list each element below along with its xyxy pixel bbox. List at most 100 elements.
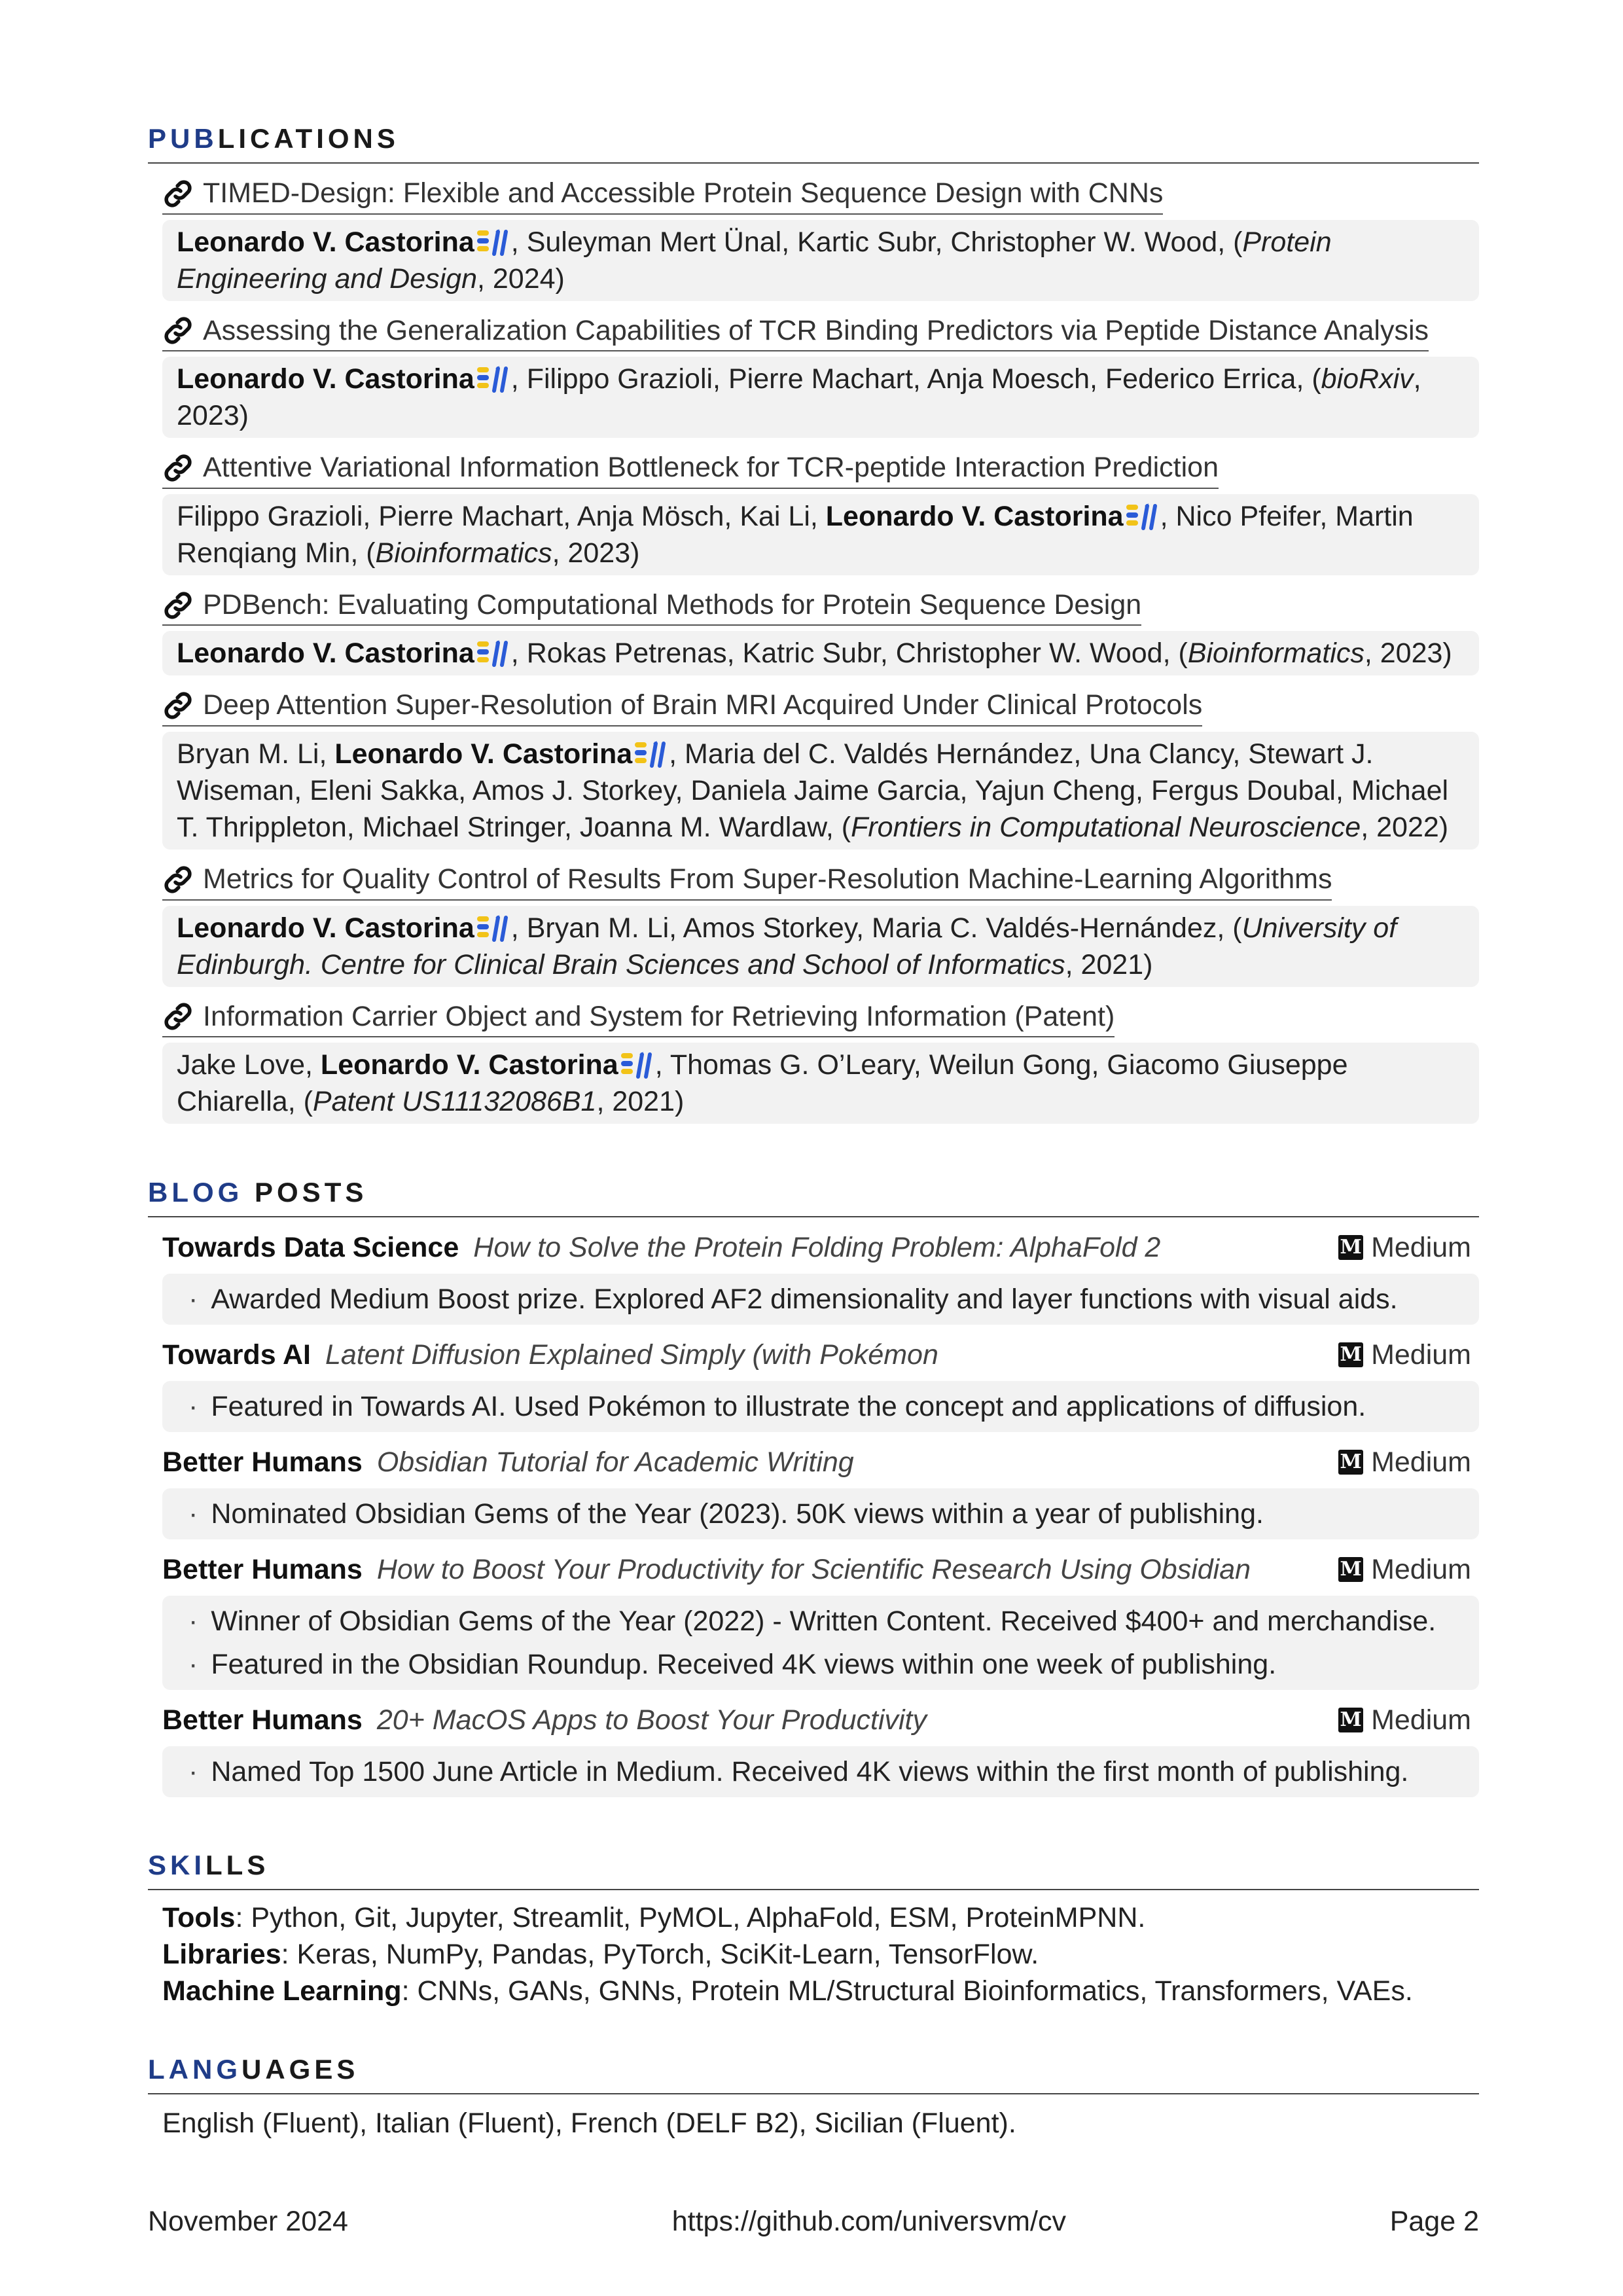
bullet-dot: ·: [188, 1756, 198, 1787]
heading-accent: SKI: [148, 1850, 206, 1880]
blog-heading: BLOG POSTS: [148, 1177, 1479, 1217]
blog-item-heading: Towards AI Latent Diffusion Explained Sim…: [162, 1336, 938, 1373]
link-icon: [164, 317, 192, 345]
publications-section: PUBLICATIONS TIMED-Design: Flexible and …: [148, 123, 1479, 1124]
blog-post-title[interactable]: Obsidian Tutorial for Academic Writing: [377, 1446, 854, 1478]
bullet-dot: ·: [188, 1498, 198, 1530]
blog-item-header: Towards Data Science How to Solve the Pro…: [162, 1229, 1479, 1266]
publication-title-link[interactable]: TIMED-Design: Flexible and Accessible Pr…: [162, 177, 1164, 215]
publication-title[interactable]: PDBench: Evaluating Computational Method…: [203, 588, 1141, 622]
medium-link[interactable]: M Medium: [1338, 1336, 1471, 1373]
publication-title-link[interactable]: Deep Attention Super-Resolution of Brain…: [162, 689, 1203, 726]
publication-title-link[interactable]: PDBench: Evaluating Computational Method…: [162, 588, 1142, 626]
medium-link[interactable]: M Medium: [1338, 1444, 1471, 1480]
blog-item: Better Humans How to Boost Your Productiv…: [162, 1551, 1479, 1690]
publication-list: TIMED-Design: Flexible and Accessible Pr…: [148, 164, 1479, 1124]
bullet-item: · Named Top 1500 June Article in Medium. …: [177, 1750, 1465, 1793]
blog-post-title[interactable]: How to Boost Your Productivity for Scien…: [377, 1554, 1251, 1585]
skill-value: : Python, Git, Jupyter, Streamlit, PyMOL…: [235, 1902, 1146, 1933]
languages-text: English (Fluent), Italian (Fluent), Fren…: [162, 2108, 1016, 2139]
blog-section: BLOG POSTS Towards Data Science How to So…: [148, 1177, 1479, 1797]
publication-venue: Frontiers in Computational Neuroscience: [851, 811, 1361, 843]
blog-bullets: · Nominated Obsidian Gems of the Year (20…: [162, 1488, 1479, 1539]
bullet-dot: ·: [188, 1283, 198, 1315]
publication-title[interactable]: Deep Attention Super-Resolution of Brain…: [203, 689, 1202, 723]
blog-item: Better Humans 20+ MacOS Apps to Boost You…: [162, 1702, 1479, 1797]
link-icon: [164, 180, 192, 207]
medium-icon: M: [1338, 1342, 1364, 1367]
blog-item-header: Better Humans How to Boost Your Productiv…: [162, 1551, 1479, 1588]
skill-value: : CNNs, GANs, GNNs, Protein ML/Structura…: [401, 1975, 1413, 2007]
publication-authors: Leonardo V. Castorina , Suleyman Mert Üna…: [162, 219, 1479, 301]
blog-item-heading: Better Humans Obsidian Tutorial for Acade…: [162, 1444, 854, 1480]
publication-item: PDBench: Evaluating Computational Method…: [162, 575, 1479, 676]
link-icon: [164, 1003, 192, 1030]
publication-title-link[interactable]: Information Carrier Object and System fo…: [162, 1000, 1115, 1038]
languages-section: LANGUAGES English (Fluent), Italian (Flu…: [148, 2054, 1479, 2142]
publication-title[interactable]: TIMED-Design: Flexible and Accessible Pr…: [203, 177, 1163, 211]
page-footer: November 2024 https://github.com/univers…: [148, 2206, 1479, 2238]
publication-title[interactable]: Information Carrier Object and System fo…: [203, 1000, 1115, 1034]
skill-row: Tools: Python, Git, Jupyter, Streamlit, …: [162, 1899, 1479, 1936]
publication-item: Deep Attention Super-Resolution of Brain…: [162, 675, 1479, 850]
footer-url[interactable]: https://github.com/universvm/cv: [672, 2206, 1066, 2238]
blog-bullets: · Awarded Medium Boost prize. Explored AF…: [162, 1274, 1479, 1325]
medium-label: Medium: [1371, 1446, 1471, 1478]
publication-title[interactable]: Metrics for Quality Control of Results F…: [203, 863, 1332, 897]
publication-venue: Patent US11132086B1: [312, 1086, 597, 1118]
medium-label: Medium: [1371, 1232, 1471, 1263]
medium-link[interactable]: M Medium: [1338, 1702, 1471, 1738]
publication-title[interactable]: Assessing the Generalization Capabilitie…: [203, 314, 1429, 348]
publication-title-link[interactable]: Attentive Variational Information Bottle…: [162, 451, 1219, 489]
heading-rest: UAGES: [241, 2054, 359, 2085]
medium-link[interactable]: M Medium: [1338, 1229, 1471, 1266]
coauthors-after: , Rokas Petrenas, Katric Subr, Christoph…: [510, 637, 1188, 670]
blog-post-title[interactable]: 20+ MacOS Apps to Boost Your Productivit…: [377, 1704, 927, 1736]
bullet-item: · Nominated Obsidian Gems of the Year (20…: [177, 1492, 1465, 1535]
heading-rest: POSTS: [243, 1177, 368, 1208]
publication-item: Metrics for Quality Control of Results F…: [162, 850, 1479, 987]
medium-label: Medium: [1371, 1339, 1471, 1371]
bullet-item: · Winner of Obsidian Gems of the Year (20…: [177, 1600, 1465, 1643]
skills-section: SKILLS Tools: Python, Git, Jupyter, Stre…: [148, 1850, 1479, 2009]
link-icon: [164, 591, 192, 619]
blog-item: Better Humans Obsidian Tutorial for Acade…: [162, 1444, 1479, 1539]
medium-icon: M: [1338, 1235, 1364, 1260]
blog-item: Towards Data Science How to Solve the Pro…: [162, 1229, 1479, 1325]
footer-date: November 2024: [148, 2206, 348, 2237]
blog-list: Towards Data Science How to Solve the Pro…: [148, 1229, 1479, 1797]
publication-venue: Bioinformatics: [1187, 637, 1364, 670]
medium-icon: M: [1338, 1557, 1364, 1582]
heading-rest: LICATIONS: [217, 123, 399, 154]
bullet-item: · Awarded Medium Boost prize. Explored AF…: [177, 1278, 1465, 1321]
skill-row: Libraries: Keras, NumPy, Pandas, PyTorch…: [162, 1936, 1479, 1973]
coauthors-before: Jake Love,: [177, 1049, 321, 1081]
blog-item-header: Towards AI Latent Diffusion Explained Sim…: [162, 1336, 1479, 1373]
cv-page: PUBLICATIONS TIMED-Design: Flexible and …: [148, 0, 1479, 2296]
publication-title-link[interactable]: Assessing the Generalization Capabilitie…: [162, 314, 1429, 352]
publication-item: TIMED-Design: Flexible and Accessible Pr…: [162, 164, 1479, 301]
publication-title[interactable]: Attentive Variational Information Bottle…: [203, 451, 1219, 485]
bullet-dot: ·: [188, 1649, 198, 1680]
blog-post-title[interactable]: Latent Diffusion Explained Simply (with …: [325, 1339, 938, 1371]
bullet-item: · Featured in the Obsidian Roundup. Recei…: [177, 1643, 1465, 1686]
publication-year: , 2021): [596, 1086, 685, 1118]
medium-link[interactable]: M Medium: [1338, 1551, 1471, 1588]
publication-title-link[interactable]: Metrics for Quality Control of Results F…: [162, 863, 1332, 901]
link-icon: [164, 692, 192, 719]
skill-label: Libraries: [162, 1939, 281, 1970]
huggingface-badge-icon: [476, 914, 508, 942]
heading-accent: LANG: [148, 2054, 241, 2085]
publication-year: , 2023): [1364, 637, 1452, 670]
bullet-dot: ·: [188, 1391, 198, 1422]
bullet-text: Featured in Towards AI. Used Pokémon to …: [211, 1391, 1366, 1422]
publication-authors: Filippo Grazioli, Pierre Machart, Anja M…: [162, 493, 1479, 575]
author-name: Leonardo V. Castorina: [177, 363, 474, 395]
blog-post-title[interactable]: How to Solve the Protein Folding Problem…: [473, 1232, 1160, 1263]
author-name: Leonardo V. Castorina: [177, 637, 474, 670]
blog-bullets: · Winner of Obsidian Gems of the Year (20…: [162, 1596, 1479, 1690]
bullet-text: Featured in the Obsidian Roundup. Receiv…: [211, 1649, 1277, 1680]
blog-item-header: Better Humans 20+ MacOS Apps to Boost You…: [162, 1702, 1479, 1738]
blog-outlet: Better Humans: [162, 1446, 363, 1478]
coauthors-after: , Filippo Grazioli, Pierre Machart, Anja…: [510, 363, 1321, 395]
